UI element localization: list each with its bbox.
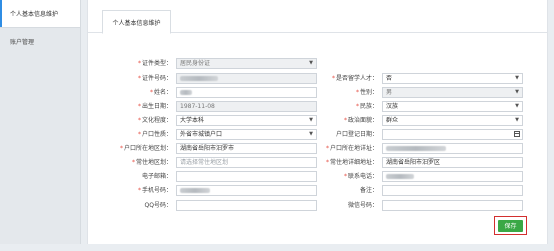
sidebar: 个人基本信息维护 账户管理: [0, 0, 81, 251]
residence-address-label: *常住地详细地址：: [325, 159, 378, 166]
residence-address-field[interactable]: 湖南省岳阳市汨罗区: [382, 157, 523, 168]
sidebar-item-label: 个人基本信息维护: [10, 11, 59, 18]
household-region-field[interactable]: 湖南省岳阳市汨罗市: [176, 143, 317, 154]
id-number-label: *证件号码：: [137, 75, 172, 82]
remarks-label: 备注：: [359, 187, 378, 194]
ethnicity-label: *民族：: [355, 103, 378, 110]
bottom-strip: [0, 244, 554, 251]
overseas-talent-select[interactable]: 否 ▼: [382, 73, 523, 84]
gender-label: *性别：: [355, 89, 378, 96]
redacted-value: [386, 146, 446, 151]
qq-label: QQ号码：: [144, 202, 172, 209]
tab-label: 个人基本信息维护: [112, 19, 161, 27]
redacted-value: [180, 90, 192, 95]
household-type-select[interactable]: 外省市城镇户口 ▼: [176, 129, 317, 140]
household-address-label: *户口所在地详址：: [325, 145, 378, 152]
chevron-down-icon: ▼: [309, 117, 313, 123]
chevron-down-icon: ▼: [309, 60, 313, 66]
political-status-label: *政治面貌：: [343, 117, 378, 124]
email-label: 电子邮箱：: [141, 173, 172, 180]
redacted-value: [180, 76, 218, 81]
wechat-field[interactable]: [382, 200, 523, 211]
chevron-down-icon: ▼: [515, 75, 519, 81]
tab-bar: 个人基本信息维护: [88, 0, 547, 34]
id-number-field: [176, 73, 317, 84]
sidebar-item-personal-info[interactable]: 个人基本信息维护: [0, 0, 80, 27]
wechat-label: 微信号码：: [347, 202, 378, 209]
name-label: *姓名：: [149, 89, 172, 96]
political-status-select[interactable]: 群众 ▼: [382, 115, 523, 126]
name-field[interactable]: [176, 87, 317, 98]
mobile-label: *手机号码：: [137, 187, 172, 194]
birth-date-field: 1987-11-08: [176, 101, 317, 112]
sidebar-item-account-management[interactable]: 账户管理: [0, 27, 80, 54]
chevron-down-icon: ▼: [515, 103, 519, 109]
remarks-field[interactable]: [382, 185, 523, 196]
id-type-select: 居民身份证 ▼: [176, 58, 317, 69]
chevron-down-icon: ▼: [309, 131, 313, 137]
phone-field[interactable]: [382, 171, 523, 182]
email-field[interactable]: [176, 171, 317, 182]
save-button-highlight: 保存: [494, 216, 527, 235]
chevron-down-icon: ▼: [515, 89, 519, 95]
ethnicity-select[interactable]: 汉族 ▼: [382, 101, 523, 112]
mobile-field[interactable]: [176, 185, 317, 196]
gender-select: 男 ▼: [382, 87, 523, 98]
residence-region-field[interactable]: 请选择常住地区划: [176, 157, 317, 168]
save-button[interactable]: 保存: [498, 219, 523, 232]
education-label: *文化程度：: [137, 117, 172, 124]
save-button-label: 保存: [504, 223, 517, 230]
birth-date-label: *出生日期：: [137, 103, 172, 110]
redacted-value: [180, 188, 210, 193]
phone-label: *联系电话：: [343, 173, 378, 180]
sidebar-item-label: 账户管理: [10, 38, 35, 46]
household-region-label: *户口所在地区划：: [119, 145, 172, 152]
id-type-label: *证件类型：: [137, 60, 172, 67]
education-select[interactable]: 大学本科 ▼: [176, 115, 317, 126]
calendar-icon[interactable]: [514, 131, 520, 137]
redacted-value: [386, 174, 414, 179]
household-address-field[interactable]: [382, 143, 523, 154]
household-reg-date-field[interactable]: [382, 129, 523, 140]
tab-personal-info[interactable]: 个人基本信息维护: [102, 10, 171, 34]
chevron-down-icon: ▼: [515, 117, 519, 123]
overseas-talent-label: *是否留学人才：: [331, 75, 378, 82]
household-type-label: *户口性质：: [137, 131, 172, 138]
household-reg-date-label: 户口登记日期：: [335, 131, 378, 138]
residence-region-label: *常住地区划：: [131, 159, 172, 166]
qq-field[interactable]: [176, 200, 317, 211]
